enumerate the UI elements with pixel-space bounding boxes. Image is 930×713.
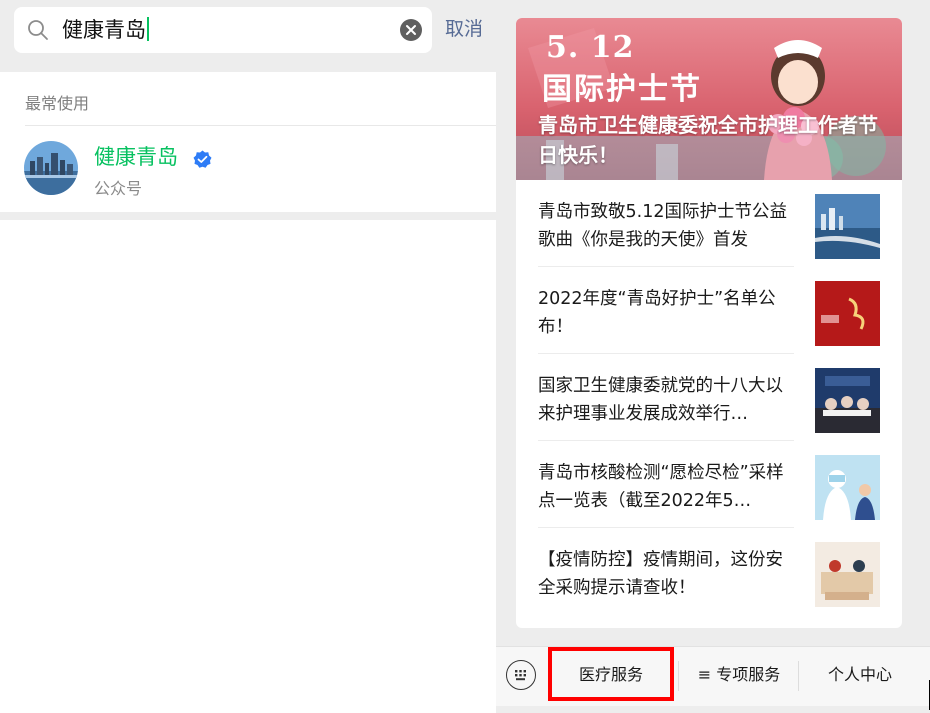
- menu-personal-center[interactable]: 个人中心: [800, 657, 920, 693]
- article-thumbnail: [815, 194, 880, 259]
- article-card: 5. 12 国际护士节 青岛市卫生健康委祝全市护理工作者节日快乐！ 青岛市致敬5…: [516, 18, 902, 628]
- article-title: 国家卫生健康委就党的十八大以来护理事业发展成效举行…: [538, 376, 783, 424]
- banner-date: 5. 12: [546, 30, 635, 65]
- article-title: 【疫情防控】疫情期间，这份安全采购提示请查收！: [538, 550, 783, 598]
- section-title: 最常使用: [25, 94, 90, 113]
- search-results-pane: 健康青岛 取消 最常使用 健康青岛 公众号: [0, 0, 496, 713]
- menu-special-service[interactable]: ≡ 专项服务: [680, 657, 798, 693]
- article-item[interactable]: 青岛市致敬5.12国际护士节公益歌曲《你是我的天使》首发: [538, 180, 890, 267]
- divider: [678, 661, 679, 691]
- account-result-row[interactable]: 健康青岛 公众号: [0, 126, 496, 212]
- article-thumbnail: [815, 455, 880, 520]
- article-thumbnail: [815, 542, 880, 607]
- account-menu-bar: 医疗服务 ≡ 专项服务 个人中心: [496, 646, 930, 706]
- article-title: 青岛市致敬5.12国际护士节公益歌曲《你是我的天使》首发: [538, 202, 787, 250]
- search-query[interactable]: 健康青岛: [62, 15, 149, 45]
- article-title: 2022年度“青岛好护士”名单公布！: [538, 289, 776, 337]
- article-item[interactable]: 2022年度“青岛好护士”名单公布！: [538, 267, 890, 354]
- search-bar: 健康青岛 取消: [0, 0, 496, 72]
- menu-medical-service[interactable]: 医疗服务: [548, 657, 674, 693]
- article-item[interactable]: 国家卫生健康委就党的十八大以来护理事业发展成效举行…: [538, 354, 890, 441]
- account-preview-pane: 5. 12 国际护士节 青岛市卫生健康委祝全市护理工作者节日快乐！ 青岛市致敬5…: [496, 0, 930, 713]
- cancel-button[interactable]: 取消: [445, 14, 483, 44]
- article-item[interactable]: 青岛市核酸检测“愿检尽检”采样点一览表（截至2022年5…: [538, 441, 890, 528]
- account-name: 健康青岛: [94, 145, 178, 169]
- section-divider: [0, 212, 496, 220]
- banner-caption: 青岛市卫生健康委祝全市护理工作者节日快乐！: [538, 113, 878, 167]
- article-item[interactable]: 【疫情防控】疫情期间，这份安全采购提示请查收！: [538, 528, 890, 614]
- recent-section-header: 最常使用: [0, 72, 496, 126]
- article-thumbnail: [815, 368, 880, 433]
- avatar: [24, 141, 78, 195]
- article-thumbnail: [815, 281, 880, 346]
- banner-event-title: 国际护士节: [542, 72, 702, 107]
- clear-icon[interactable]: [400, 19, 422, 41]
- verified-icon: [193, 150, 212, 169]
- search-icon: [26, 18, 50, 42]
- article-title: 青岛市核酸检测“愿检尽检”采样点一览表（截至2022年5…: [538, 463, 784, 511]
- account-type: 公众号: [94, 179, 143, 198]
- divider: [798, 661, 799, 691]
- keyboard-icon[interactable]: [506, 660, 536, 690]
- search-input[interactable]: 健康青岛: [14, 7, 432, 53]
- text-caret: [147, 17, 149, 41]
- banner-article[interactable]: 5. 12 国际护士节 青岛市卫生健康委祝全市护理工作者节日快乐！: [516, 18, 902, 180]
